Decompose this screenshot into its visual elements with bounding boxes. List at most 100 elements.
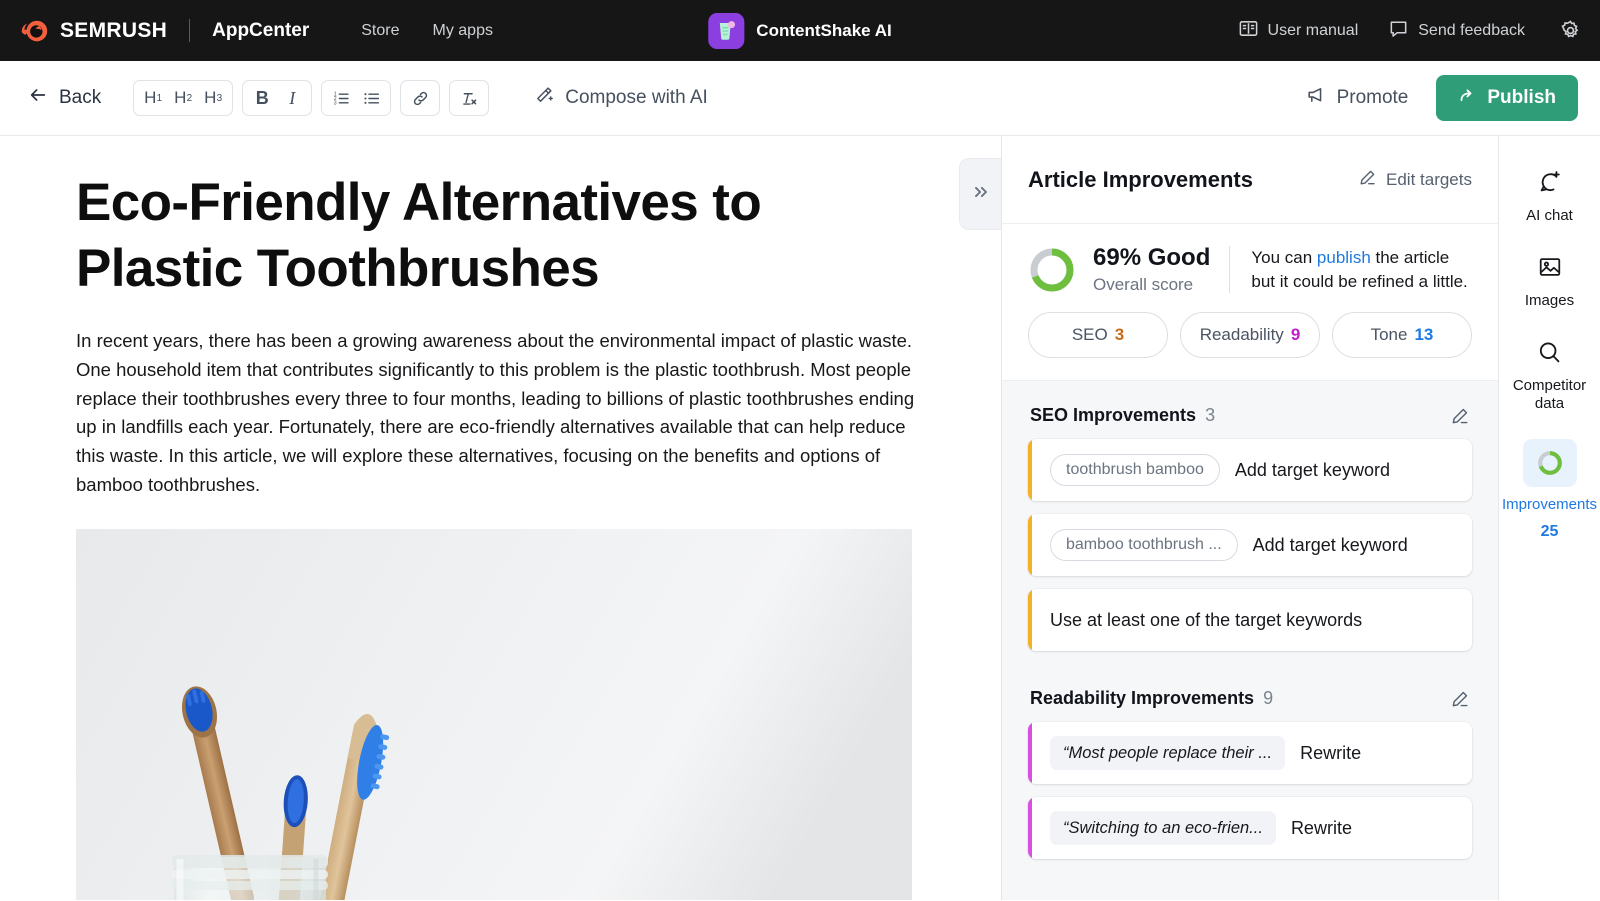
settings-gear-icon[interactable] [1559,19,1582,42]
readability-section-edit-pencil-icon[interactable] [1450,689,1470,709]
edit-targets-button[interactable]: Edit targets [1358,168,1472,192]
bold-button[interactable]: B [247,83,277,113]
improvement-card-readability-2[interactable]: “Switching to an eco-frien... Rewrite [1028,797,1472,860]
heading-1-button[interactable]: H1 [138,83,168,113]
bulleted-list-button[interactable] [356,83,386,113]
article-title[interactable]: Eco-Friendly Alternatives to Plastic Too… [76,170,916,301]
article-image[interactable] [76,529,912,900]
brand-name: SEMRUSH [60,18,168,42]
quote-chip: “Switching to an eco-frien... [1050,811,1276,846]
panel-header: Article Improvements Edit targets [1002,136,1498,224]
readability-section-count: 9 [1263,688,1274,709]
promote-button[interactable]: Promote [1306,85,1409,111]
semrush-logo-icon [20,16,50,46]
readability-section-header: Readability Improvements 9 [1028,664,1472,722]
toolbar-right-actions: Promote Publish [1306,75,1578,121]
rail-item-improvements[interactable]: Improvements 25 [1501,439,1598,541]
link-icon[interactable] [405,83,435,113]
rail-label-ai-chat: AI chat [1526,207,1573,224]
ai-chat-icon [1536,166,1563,198]
score-label: Overall score [1093,274,1194,294]
search-icon [1536,336,1563,368]
rail-label-images: Images [1524,292,1575,309]
improvement-card-seo-1[interactable]: toothbrush bamboo Add target keyword [1028,439,1472,502]
nav-store[interactable]: Store [361,22,399,40]
score-text: 69% Good Overall score [1093,244,1210,295]
article-improvements-panel: Article Improvements Edit targets 69% Go… [1001,136,1498,900]
heading-2-button[interactable]: H2 [168,83,198,113]
seo-section-count: 3 [1205,405,1216,426]
article-paragraph[interactable]: In recent years, there has been a growin… [76,327,916,499]
send-feedback-label: Send feedback [1418,21,1525,39]
top-bar-actions: User manual Send feedback [1238,18,1582,44]
brand-subtitle: AppCenter [212,19,310,41]
current-app: ContentShake AI [708,12,892,49]
images-icon [1537,251,1563,283]
rail-label-improvements: Improvements [1501,496,1598,513]
rail-improvements-count: 25 [1540,523,1559,540]
score-message-before: You can [1251,248,1317,268]
heading-button-group: H1 H2 H3 [133,80,234,116]
compose-label: Compose with AI [565,87,708,108]
editor-toolbar: Back H1 H2 H3 B I 1 2 3 Compose with AI … [0,61,1600,136]
chip-tone-label: Tone [1370,325,1408,345]
ordered-list-button[interactable]: 1 2 3 [326,83,356,113]
improvement-action[interactable]: Rewrite [1300,743,1361,764]
user-manual-button[interactable]: User manual [1238,18,1359,44]
publish-link[interactable]: publish [1317,248,1371,267]
workspace: Eco-Friendly Alternatives to Plastic Too… [0,136,1600,900]
text-style-group: B I [242,80,313,116]
top-navigation-bar: SEMRUSH AppCenter Store My apps ContentS… [0,0,1600,61]
chip-seo-label: SEO [1071,325,1108,345]
chip-readability[interactable]: Readability 9 [1180,312,1320,359]
seo-section-title: SEO Improvements [1030,405,1197,426]
improvement-card-seo-2[interactable]: bamboo toothbrush ... Add target keyword [1028,514,1472,577]
heading-3-button[interactable]: H3 [198,83,228,113]
semrush-brand[interactable]: SEMRUSH AppCenter [20,16,309,46]
collapse-panel-button[interactable] [959,158,1001,230]
svg-text:3: 3 [333,100,336,106]
nav-my-apps[interactable]: My apps [433,22,493,40]
chevron-double-right-icon [971,182,991,207]
chip-seo-count: 3 [1114,325,1125,345]
clear-format-group [449,80,490,116]
improvement-card-readability-1[interactable]: “Most people replace their ... Rewrite [1028,722,1472,785]
improvement-action[interactable]: Add target keyword [1235,460,1390,481]
readability-section-title: Readability Improvements [1030,688,1255,709]
chip-tone[interactable]: Tone 13 [1332,312,1472,359]
comment-icon [1388,18,1409,44]
chip-readability-label: Readability [1199,325,1284,345]
keyword-chip: toothbrush bamboo [1050,454,1220,487]
edit-targets-label: Edit targets [1386,169,1472,189]
rail-item-ai-chat[interactable]: AI chat [1504,166,1596,225]
seo-section-edit-pencil-icon[interactable] [1450,406,1470,426]
promote-label: Promote [1336,87,1409,108]
improvement-action[interactable]: Add target keyword [1253,535,1408,556]
send-feedback-button[interactable]: Send feedback [1388,18,1525,44]
improvement-action[interactable]: Use at least one of the target keywords [1050,610,1362,631]
improvement-card-seo-3[interactable]: Use at least one of the target keywords [1028,589,1472,652]
back-button[interactable]: Back [28,85,101,111]
chip-seo[interactable]: SEO 3 [1028,312,1168,359]
article-editor[interactable]: Eco-Friendly Alternatives to Plastic Too… [0,136,1001,900]
chip-readability-count: 9 [1290,325,1301,345]
rail-item-images[interactable]: Images [1504,251,1596,310]
book-icon [1238,18,1259,44]
publish-button[interactable]: Publish [1436,75,1578,121]
clear-formatting-icon[interactable] [454,83,484,113]
user-manual-label: User manual [1267,21,1359,39]
megaphone-icon [1306,85,1326,111]
rail-item-competitor-data[interactable]: Competitor data [1504,336,1596,413]
arrow-left-icon [28,85,48,111]
improvement-action[interactable]: Rewrite [1291,818,1352,839]
score-ring-icon [1522,439,1577,487]
italic-button[interactable]: I [277,83,307,113]
brand-divider [189,19,191,42]
rail-label-competitor-data: Competitor data [1512,377,1587,412]
pencil-icon [1358,168,1377,192]
share-arrow-icon [1458,86,1477,111]
compose-with-ai-button[interactable]: Compose with AI [534,85,708,111]
improvements-list[interactable]: SEO Improvements 3 toothbrush bamboo Add… [1002,381,1498,900]
magic-wand-icon [534,85,554,111]
app-title: ContentShake AI [756,20,892,40]
